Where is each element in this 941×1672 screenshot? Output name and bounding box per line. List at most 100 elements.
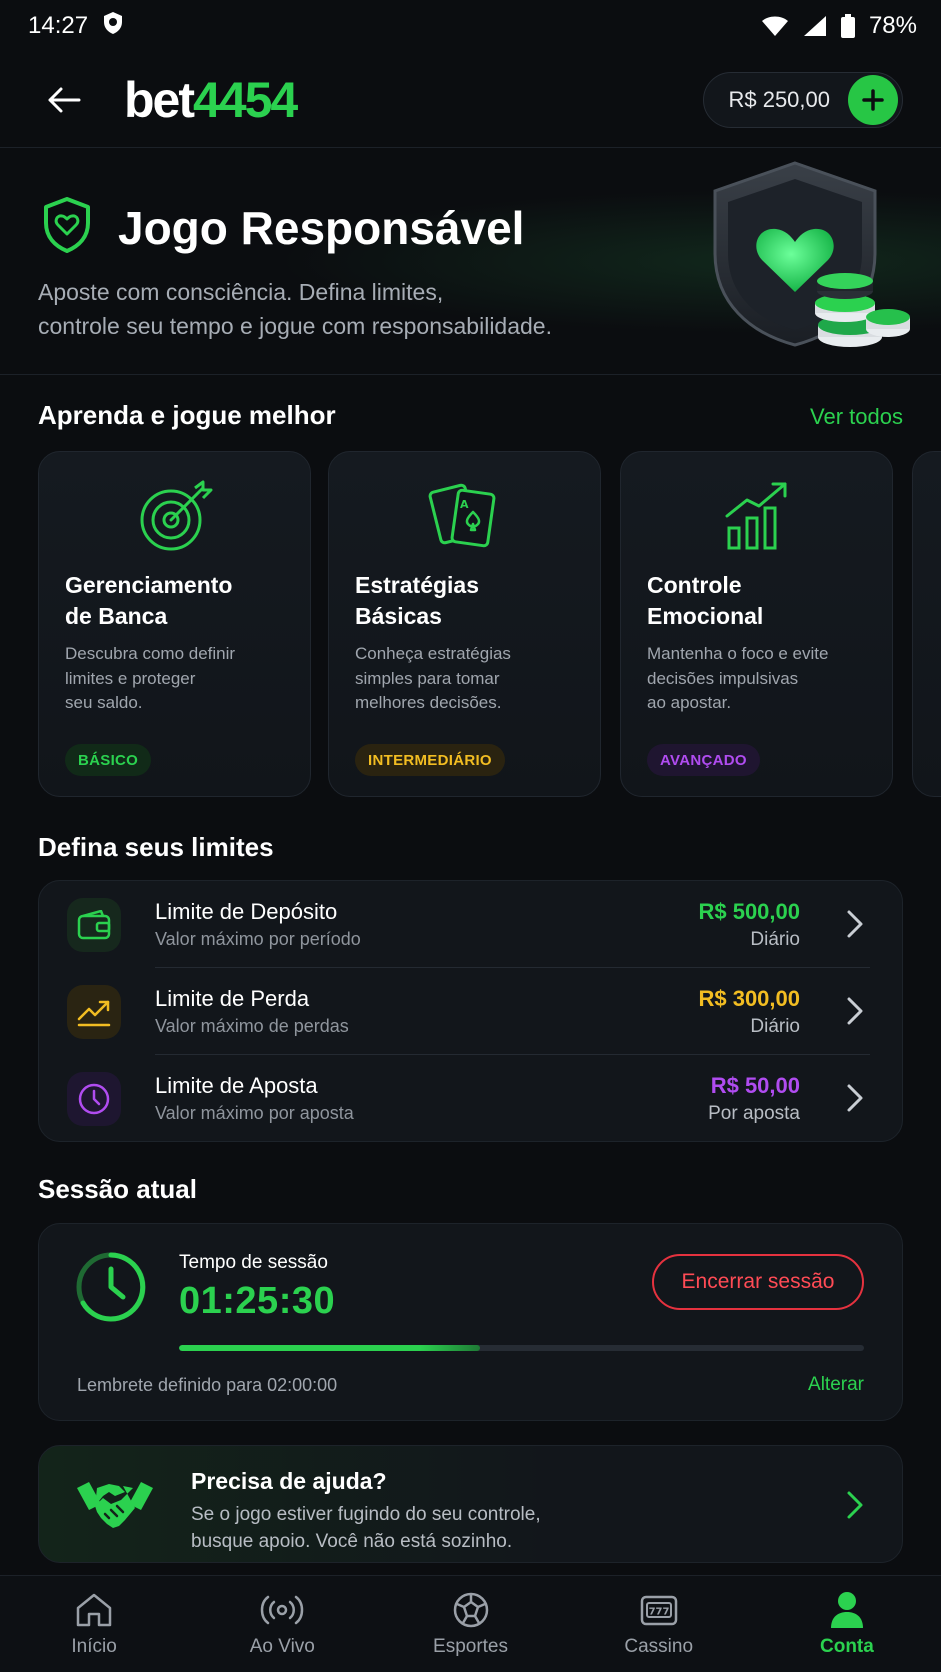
svg-text:A: A — [460, 498, 469, 511]
limit-name: Limite de Aposta — [155, 1073, 318, 1098]
limit-period: Por aposta — [708, 1103, 800, 1124]
limit-description: Valor máximo por período — [155, 929, 361, 949]
card-title-line: Gerenciamento — [65, 572, 233, 598]
cards-icon: A — [329, 478, 600, 558]
limits-list: Limite de Depósito Valor máximo por perí… — [38, 880, 903, 1142]
card-description: Mantenha o foco e evite decisões impulsi… — [647, 642, 882, 716]
learn-section-title: Aprenda e jogue melhor — [38, 400, 336, 430]
learn-card-bankroll[interactable]: Gerenciamento de Banca Descubra como def… — [38, 451, 311, 797]
balance-pill[interactable]: R$ 250,00 — [703, 71, 903, 128]
battery-level: 78% — [868, 12, 917, 39]
card-title-line: Controle — [647, 572, 742, 598]
card-title-line: Emocional — [647, 603, 764, 629]
limit-amount: R$ 50,00 — [710, 1073, 800, 1098]
learn-card-strategies[interactable]: A Estratégias Básicas Conheça estratégia… — [328, 451, 601, 797]
level-badge: BÁSICO — [65, 744, 152, 776]
limit-amount: R$ 300,00 — [698, 986, 800, 1011]
limit-name: Limite de Depósito — [155, 899, 338, 924]
card-description-line: simples para tomar — [355, 668, 500, 688]
balance-amount: R$ 250,00 — [728, 86, 830, 112]
card-description-line: Descubra como definir — [65, 644, 236, 663]
learn-cards-carousel[interactable]: Gerenciamento de Banca Descubra como def… — [0, 450, 941, 800]
nav-label: Início — [71, 1636, 117, 1657]
card-description-line: ao apostar. — [647, 693, 732, 712]
chevron-right-icon — [847, 1084, 863, 1112]
card-title: Controle Emocional — [647, 570, 877, 632]
status-time: 14:27 — [28, 12, 89, 39]
live-icon — [260, 1590, 304, 1630]
arrow-left-icon — [48, 87, 81, 112]
chevron-right-icon — [847, 1491, 863, 1519]
nav-item-esportes[interactable]: Esportes — [376, 1576, 564, 1672]
chart-growth-icon — [621, 478, 892, 558]
logo-text-white: bet — [124, 71, 195, 128]
session-section-title: Sessão atual — [38, 1174, 197, 1204]
limit-description: Valor máximo de perdas — [155, 1016, 349, 1036]
nav-item-ao-vivo[interactable]: Ao Vivo — [188, 1576, 376, 1672]
nav-item-inicio[interactable]: Início — [0, 1576, 188, 1672]
learn-card-next[interactable] — [912, 451, 941, 797]
add-funds-button[interactable] — [848, 74, 898, 125]
help-title: Precisa de ajuda? — [191, 1468, 387, 1494]
limit-amount: R$ 500,00 — [698, 899, 800, 924]
limit-name: Limite de Perda — [155, 986, 310, 1011]
page-title: Jogo Responsável — [118, 201, 525, 254]
card-description: Conheça estratégias simples para tomar m… — [355, 642, 590, 716]
nav-label: Ao Vivo — [249, 1636, 315, 1657]
help-description-line: busque apoio. Você não está sozinho. — [191, 1531, 513, 1552]
card-description-line: decisões impulsivas — [647, 668, 799, 688]
svg-text:777: 777 — [648, 1607, 669, 1618]
slot-machine-icon: 777 — [639, 1590, 679, 1630]
back-button[interactable] — [44, 80, 84, 120]
shield-status-icon — [102, 11, 124, 42]
target-icon — [39, 478, 310, 558]
help-description-line: Se o jogo estiver fugindo do seu control… — [191, 1504, 541, 1525]
change-reminder-link[interactable]: Alterar — [808, 1374, 864, 1396]
bottom-navigation: Início Ao Vivo Esportes 777 Cassino Cont… — [0, 1575, 941, 1672]
nav-item-cassino[interactable]: 777 Cassino — [565, 1576, 753, 1672]
card-title-line: Básicas — [355, 603, 442, 629]
logo-text-green: 4454 — [193, 71, 298, 128]
card-title: Gerenciamento de Banca — [65, 570, 295, 632]
brand-logo[interactable]: bet4454 — [124, 71, 298, 129]
learn-card-emotional[interactable]: Controle Emocional Mantenha o foco e evi… — [620, 451, 893, 797]
user-icon — [829, 1590, 865, 1630]
card-description-line: seu saldo. — [65, 693, 143, 712]
signal-icon — [803, 15, 827, 37]
reminder-text: Lembrete definido para 02:00:00 — [77, 1375, 338, 1395]
plus-icon — [862, 88, 884, 111]
session-progress-bar — [179, 1345, 864, 1351]
trend-icon — [67, 985, 121, 1039]
wallet-icon — [67, 898, 121, 952]
see-all-link[interactable]: Ver todos — [810, 404, 903, 430]
card-description-line: limites e proteger — [65, 668, 196, 688]
session-label: Tempo de sessão — [179, 1252, 328, 1273]
home-icon — [75, 1590, 113, 1630]
bet-limit-row[interactable]: Limite de Aposta Valor máximo por aposta… — [39, 1055, 902, 1142]
loss-limit-row[interactable]: Limite de Perda Valor máximo de perdas R… — [39, 968, 902, 1055]
limit-period: Diário — [750, 1016, 800, 1037]
session-timer: 01:25:30 — [179, 1280, 336, 1322]
nav-label: Esportes — [433, 1636, 508, 1657]
level-badge: AVANÇADO — [647, 744, 760, 776]
deposit-limit-row[interactable]: Limite de Depósito Valor máximo por perí… — [39, 881, 902, 968]
battery-icon — [840, 14, 855, 38]
help-description: Se o jogo estiver fugindo do seu control… — [191, 1501, 621, 1555]
level-badge: INTERMEDIÁRIO — [355, 744, 505, 776]
card-description-line: Conheça estratégias — [355, 644, 511, 663]
app-bar: bet4454 R$ 250,00 — [0, 52, 941, 148]
hero-subtitle-line: controle seu tempo e jogue com responsab… — [38, 313, 552, 339]
nav-item-conta[interactable]: Conta — [753, 1576, 941, 1672]
clock-icon — [67, 1072, 121, 1126]
hero-subtitle: Aposte com consciência. Defina limites, … — [38, 275, 638, 343]
shield-heart-icon — [42, 197, 92, 258]
wifi-icon — [761, 15, 789, 37]
chevron-right-icon — [847, 997, 863, 1025]
help-banner[interactable]: Precisa de ajuda? Se o jogo estiver fugi… — [38, 1445, 903, 1563]
hero-subtitle-line: Aposte com consciência. Defina limites, — [38, 279, 444, 305]
card-description-line: melhores decisões. — [355, 693, 502, 712]
session-progress-fill — [179, 1345, 481, 1351]
limit-period: Diário — [750, 929, 800, 950]
end-session-button[interactable]: Encerrar sessão — [652, 1254, 864, 1310]
session-clock-icon — [76, 1252, 146, 1322]
